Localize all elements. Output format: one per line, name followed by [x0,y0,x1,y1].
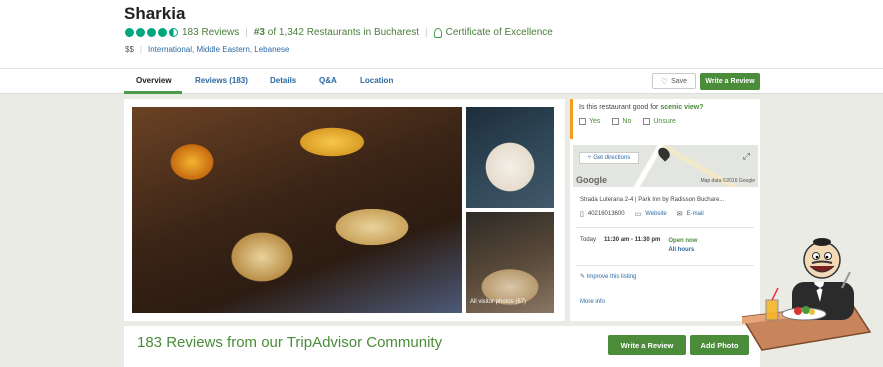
option-unsure[interactable]: Unsure [643,118,676,125]
open-status: Open now [668,238,698,244]
bubble-icon [147,28,156,37]
bubble-icon [158,28,167,37]
map-attribution: Map data ©2016 Google [700,178,755,184]
info-row: $$ | International, Middle Eastern, Leba… [125,45,290,54]
price-range: $$ [125,45,134,54]
tab-bar: Overview Reviews (183) Details Q&A Locat… [0,68,883,94]
pencil-icon: ✎ [580,274,587,280]
bubble-icon [169,28,178,37]
address: Strada Luterana 2-4 | Park Inn by Radiss… [580,197,725,203]
tab-qa[interactable]: Q&A [319,76,337,85]
certificate-icon [433,27,442,38]
website-link[interactable]: Website [645,211,667,217]
checkbox[interactable] [579,118,586,125]
heart-icon: ♡ [660,76,669,86]
checkbox[interactable] [643,118,651,125]
hours-time: 11:30 am - 11:30 pm [604,237,661,243]
restaurant-title: Sharkia [124,4,186,23]
main-photo[interactable] [132,107,462,313]
website-icon: ▭ [634,211,642,218]
improve-listing-link[interactable]: ✎ Improve this listing [580,273,636,280]
checkbox[interactable] [612,118,620,125]
tab-details[interactable]: Details [270,76,296,85]
hours-day: Today [580,237,597,243]
expand-map-icon[interactable]: ⤢ [743,151,750,162]
divider [576,227,754,228]
location-map[interactable]: ⑂ Get directions ⤢ Google Map data ©2016 … [573,145,758,187]
thumbnail-photo[interactable] [466,107,554,208]
photo-gallery: All visitor photos (67) [124,99,565,321]
tab-overview[interactable]: Overview [136,76,172,85]
write-review-button[interactable]: Write a Review [700,73,760,90]
restaurant-header: Sharkia 183 Reviews | #3 of 1,342 Restau… [0,0,883,68]
contact-row: ▯ 40216013600 ▭ Website ✉ E-mail [580,210,704,218]
get-directions-button[interactable]: ⑂ Get directions [579,152,639,164]
email-link[interactable]: E-mail [687,211,704,217]
hours-row: Today 11:30 am - 11:30 pm Open now All h… [580,237,697,255]
more-info-link[interactable]: More info [580,299,605,305]
info-sidebar: Is this restaurant good for scenic view?… [570,99,760,321]
option-yes[interactable]: Yes [579,118,600,125]
email-icon: ✉ [676,211,683,218]
cuisine-links[interactable]: International, Middle Eastern, Lebanese [148,45,289,54]
rating-row: 183 Reviews | #3 of 1,342 Restaurants in… [125,27,553,38]
add-photo-button[interactable]: Add Photo [690,335,749,355]
bubble-icon [125,28,134,37]
save-button[interactable]: ♡ Save [652,73,696,89]
write-review-button-bottom[interactable]: Write a Review [608,335,686,355]
bubble-icon [136,28,145,37]
all-hours-link[interactable]: All hours [668,246,697,255]
active-tab-indicator [124,91,182,94]
certificate-link[interactable]: Certificate of Excellence [446,27,553,38]
tab-location[interactable]: Location [360,76,393,85]
phone-number: 40216013600 [587,211,625,217]
phone-icon: ▯ [580,211,584,218]
reviews-heading: 183 Reviews from our TripAdvisor Communi… [137,334,443,351]
scenic-question: Is this restaurant good for scenic view?… [570,99,760,139]
reviews-section: 183 Reviews from our TripAdvisor Communi… [124,326,760,367]
google-logo: Google [576,175,607,185]
chef-mascot-icon [742,238,872,351]
map-pin-icon [655,145,673,162]
ranking[interactable]: #3 of 1,342 Restaurants in Bucharest [254,27,419,38]
tab-reviews[interactable]: Reviews (183) [195,76,248,85]
divider [576,265,754,266]
reviews-count-link[interactable]: 183 Reviews [182,27,239,38]
thumbnail-photo[interactable] [466,212,554,313]
directions-icon: ⑂ [587,155,592,161]
option-no[interactable]: No [612,118,631,125]
all-photos-link[interactable]: All visitor photos (67) [470,299,526,305]
rating-bubbles [125,28,178,37]
